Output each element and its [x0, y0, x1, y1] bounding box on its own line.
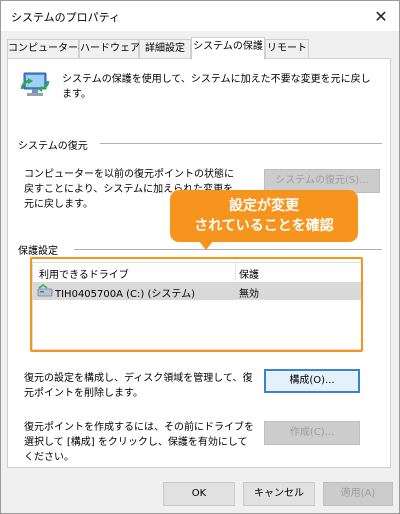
tab-computer-name[interactable]: コンピューター名 [7, 39, 88, 59]
apply-button[interactable]: 適用(A) [323, 482, 393, 506]
configure-description: 復元の設定を構成し、ディスク領域を管理して、復元ポイントを削除します。 [24, 373, 253, 399]
create-button[interactable]: 作成(C)... [264, 421, 360, 445]
create-description: 復元ポイントを作成するには、その前にドライブを選択して [構成] をクリックし、… [24, 422, 254, 463]
tab-hardware[interactable]: ハードウェア [79, 39, 140, 59]
annotation-line-2: されていることを確認 [194, 218, 334, 234]
title-bar: システムのプロパティ ✕ [1, 1, 399, 31]
column-separator [235, 263, 236, 281]
drive-name: TIH0405700A (C:) (システム) [55, 289, 195, 300]
window-title: システムのプロパティ [11, 11, 121, 24]
annotation-callout: 設定が変更 されていることを確認 [170, 190, 358, 242]
intro-text: システムの保護を使用して、システムに加えた不要な変更を元に戻します。 [62, 74, 371, 100]
restore-group-divider [100, 143, 382, 144]
tab-remote[interactable]: リモート [265, 39, 309, 59]
tab-strip: コンピューター名 ハードウェア 詳細設定 システムの保護 リモート [7, 37, 395, 60]
system-protection-icon [20, 72, 50, 96]
drive-icon [37, 284, 53, 297]
annotation-callout-pointer [198, 240, 214, 250]
drive-list-header: 利用できるドライブ 保護 [33, 263, 361, 281]
protection-group-title: 保護設定 [18, 246, 58, 257]
protection-status: 無効 [239, 289, 259, 300]
table-row[interactable]: TIH0405700A (C:) (システム) 無効 [33, 282, 361, 300]
tab-system-protection[interactable]: システムの保護 [191, 37, 265, 60]
cancel-button[interactable]: キャンセル [243, 482, 315, 506]
protection-group-divider [74, 249, 382, 250]
system-properties-window: システムのプロパティ ✕ コンピューター名 ハードウェア 詳細設定 システムの保… [0, 0, 400, 514]
close-icon: ✕ [374, 6, 388, 26]
drive-list[interactable]: 利用できるドライブ 保護 TIH0405700A (C:) (システム) 無効 [32, 262, 362, 350]
system-protection-panel: システムの保護を使用して、システムに加えた不要な変更を元に戻します。 システムの… [7, 58, 391, 468]
column-protection[interactable]: 保護 [239, 266, 259, 281]
ok-button[interactable]: OK [163, 482, 235, 506]
column-available-drives[interactable]: 利用できるドライブ [39, 266, 129, 281]
tab-advanced[interactable]: 詳細設定 [139, 39, 191, 59]
configure-button[interactable]: 構成(O)... [264, 369, 360, 393]
close-button[interactable]: ✕ [363, 1, 399, 31]
restore-group-title: システムの復元 [18, 141, 88, 152]
annotation-line-1: 設定が変更 [229, 198, 299, 214]
